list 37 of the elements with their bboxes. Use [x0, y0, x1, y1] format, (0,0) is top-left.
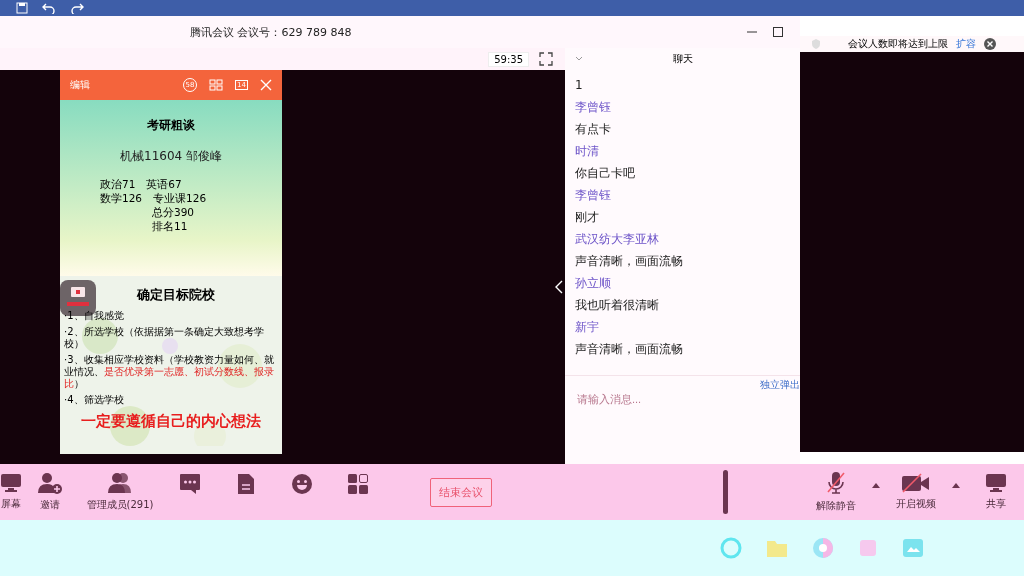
score-line: 政治71 英语67	[100, 177, 183, 191]
chat-message: 1	[575, 78, 584, 93]
slide-title: 确定目标院校	[135, 286, 216, 304]
expand-link[interactable]: 扩容	[956, 37, 976, 51]
sender-name: 李曾钰	[575, 188, 612, 203]
bullet-point: ·3、收集相应学校资料（学校教资力量如何、就业情况、是否优录第一志愿、初试分数线、报录比）	[64, 354, 275, 390]
toolbar-button[interactable]: 共享	[968, 473, 1024, 511]
chat-message: 我也听着很清晰	[575, 298, 660, 313]
message-input[interactable]: 请输入消息...	[575, 392, 779, 406]
score-line: 总分390	[151, 205, 196, 219]
bullet-point: ·4、筛选学校	[64, 394, 125, 406]
meeting-timer: 59:35	[488, 51, 529, 67]
chat-message: 你自己卡吧	[575, 166, 636, 181]
sender-name: 新宇	[575, 320, 600, 335]
chat-title: 聊天	[671, 52, 694, 66]
window-title: 腾讯会议 会议号：629 789 848	[189, 24, 353, 40]
chat-message: 刚才	[575, 210, 600, 225]
score-line: 排名11	[151, 219, 189, 233]
chat-message: 声音清晰，画面流畅	[575, 254, 684, 269]
popout-link[interactable]: 独立弹出	[760, 378, 800, 392]
chat-message: 有点卡	[575, 122, 612, 137]
sender-name: 武汉纺大李亚林	[575, 232, 660, 247]
sender-name: 时清	[575, 144, 600, 159]
toolbar-button[interactable]: 屏幕	[0, 473, 22, 511]
slide-slogan: 一定要遵循自己的内心想法	[80, 412, 262, 431]
toolbar-button[interactable]: 解除静音	[808, 471, 864, 513]
sender-name: 孙立顺	[575, 276, 612, 291]
slide-title: 考研粗谈	[147, 117, 195, 134]
toolbar-button[interactable]: 管理成员(291)	[78, 472, 162, 512]
slide-subtitle: 机械11604 邹俊峰	[120, 148, 222, 165]
bullet-point: ·2、所选学校（依据据第一条确定大致想考学校）	[64, 326, 265, 350]
toolbar-button[interactable]: 开启视频	[888, 473, 944, 511]
score-line: 数学126 专业课126	[100, 191, 207, 205]
chat-message: 声音清晰，画面流畅	[575, 342, 684, 357]
notice-text: 会议人数即将达到上限	[848, 37, 948, 51]
sender-name: 李曾钰	[575, 100, 612, 115]
toolbar-button[interactable]: 邀请	[22, 472, 78, 512]
